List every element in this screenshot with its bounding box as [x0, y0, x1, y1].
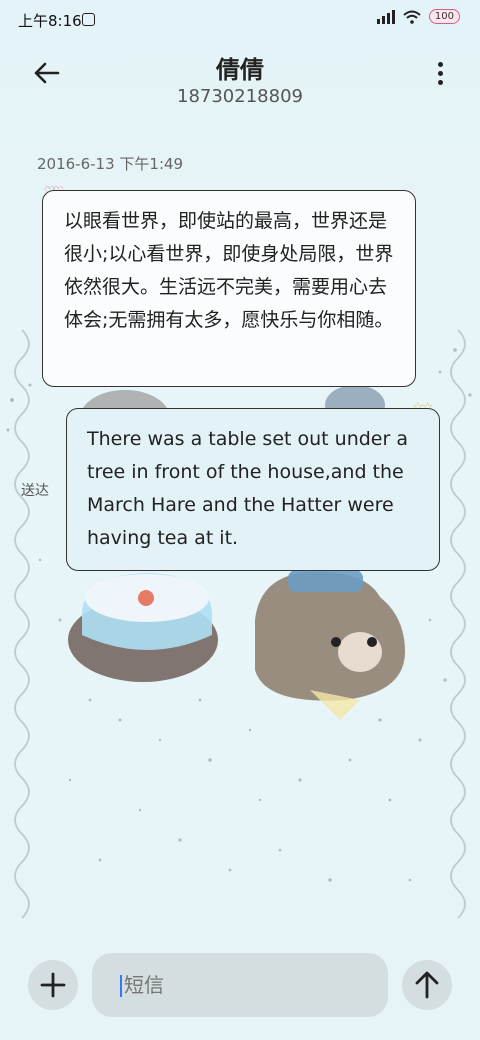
notification-icon [82, 13, 95, 26]
message-input-container[interactable] [92, 953, 388, 1017]
status-indicators: 100 [376, 9, 460, 24]
message-timestamp: 2016-6-13 下午1:49 [37, 155, 184, 173]
arrow-up-icon [415, 971, 439, 999]
conversation-header: 倩倩 18730218809 [0, 40, 480, 120]
contact-name: 倩倩 [216, 56, 264, 84]
status-bar: 上午8:16 100 [0, 0, 480, 40]
text-cursor [120, 975, 122, 997]
send-button[interactable] [402, 960, 452, 1010]
message-input[interactable] [124, 953, 364, 1017]
status-time: 上午8:16 [18, 12, 82, 30]
plus-icon [40, 972, 66, 998]
add-attachment-button[interactable] [28, 960, 78, 1010]
more-vertical-icon [437, 61, 443, 67]
battery-icon: 100 [428, 9, 460, 24]
outgoing-message-bubble[interactable]: There was a table set out under a tree i… [66, 408, 440, 571]
composer-bar [0, 945, 480, 1040]
more-options-button[interactable] [430, 56, 450, 90]
incoming-message-bubble[interactable]: 以眼看世界，即使站的最高，世界还是很小;以心看世界，即使身处局限，世界依然很大。… [42, 190, 416, 387]
contact-phone-number: 18730218809 [177, 86, 303, 107]
signal-icon [376, 9, 395, 24]
delivery-status: 送达 [21, 483, 49, 499]
wifi-icon [403, 10, 421, 24]
